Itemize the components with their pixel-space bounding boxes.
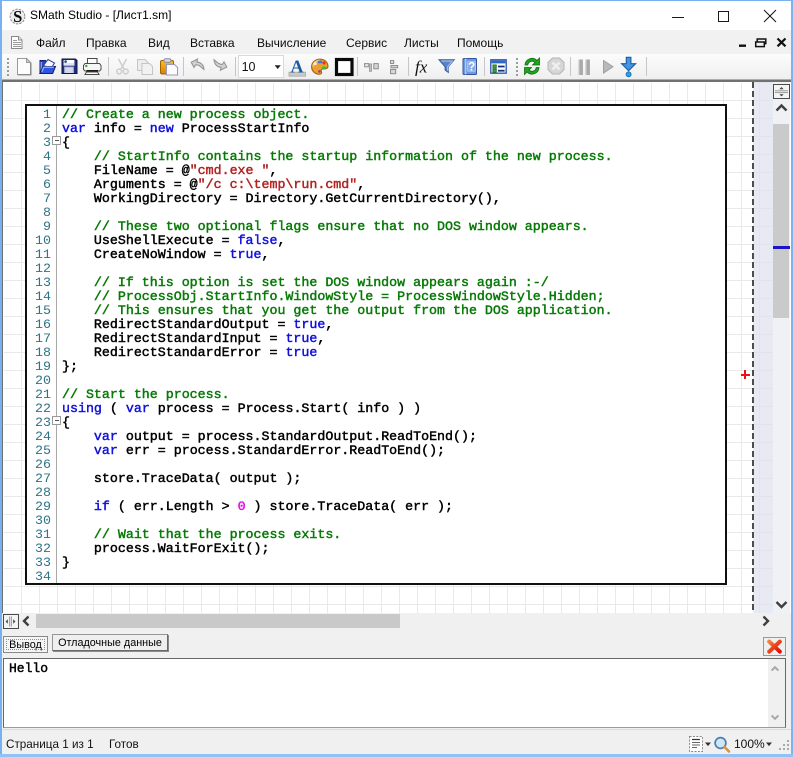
svg-text:A: A bbox=[291, 57, 304, 77]
svg-text:100%: 100% bbox=[734, 737, 765, 751]
svg-text:?: ? bbox=[468, 62, 475, 74]
svg-text:S: S bbox=[13, 8, 22, 25]
svg-text:fx: fx bbox=[415, 58, 428, 77]
svg-text:10: 10 bbox=[242, 60, 256, 74]
